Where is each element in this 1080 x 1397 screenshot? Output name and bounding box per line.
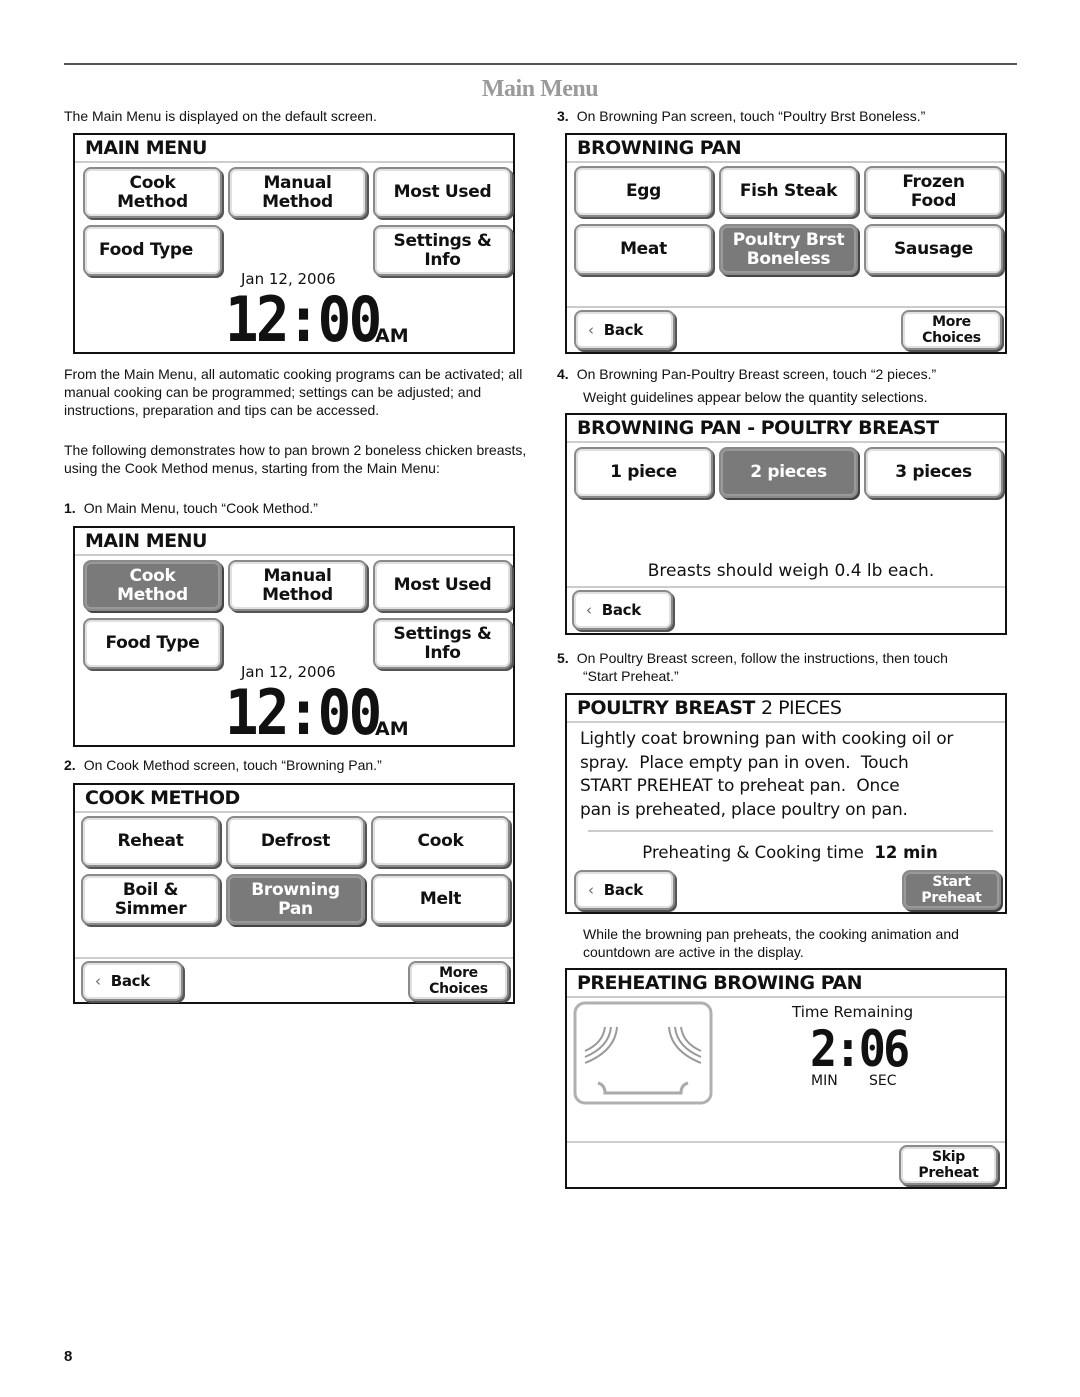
- step-3: 3. On Browning Pan screen, touch “Poultry…: [557, 108, 926, 124]
- most-used-button[interactable]: Most Used: [373, 167, 512, 218]
- sec-label: SEC: [869, 1073, 897, 1089]
- boil-simmer-button[interactable]: Boil & Simmer: [81, 874, 220, 925]
- more-choices-button[interactable]: More Choices: [408, 961, 509, 1001]
- page-title: Main Menu: [481, 76, 599, 102]
- demo-paragraph: The following demonstrates how to pan br…: [64, 442, 527, 476]
- instructions-text: Lightly coat browning pan with cooking o…: [580, 729, 954, 820]
- screen-title: COOK METHOD: [75, 785, 513, 813]
- page-number: 8: [64, 1348, 73, 1365]
- browning-pan-screen: BROWNING PAN Egg Fish Steak Frozen Food M…: [565, 133, 1007, 354]
- settings-info-button[interactable]: Settings & Info: [373, 225, 512, 276]
- cook-method-screen: COOK METHOD Reheat Defrost Cook Boil & Si…: [73, 783, 515, 1004]
- ampm-label: AM: [375, 325, 409, 347]
- back-button[interactable]: ‹ Back: [574, 870, 675, 910]
- divider: [588, 830, 993, 832]
- poultry-brst-boneless-button-selected[interactable]: Poultry Brst Boneless: [719, 224, 858, 275]
- countdown-display: 2:06: [810, 1020, 910, 1078]
- step-1: 1. On Main Menu, touch “Cook Method.”: [64, 500, 318, 516]
- back-button[interactable]: ‹ Back: [572, 590, 673, 630]
- chevron-left-icon: ‹: [588, 320, 594, 339]
- ampm-label: AM: [375, 718, 409, 740]
- defrost-button[interactable]: Defrost: [226, 816, 365, 867]
- step-2: 2. On Cook Method screen, touch “Browning…: [64, 757, 382, 773]
- main-menu-screen-2: MAIN MENU Cook Method Manual Method Most U…: [73, 526, 515, 747]
- time-remaining-label: Time Remaining: [792, 1003, 914, 1021]
- step-4: 4. On Browning Pan-Poultry Breast screen,…: [557, 366, 937, 382]
- weight-guideline: Breasts should weigh 0.4 lb each.: [647, 561, 935, 581]
- step-5: 5. On Poultry Breast screen, follow the i…: [557, 650, 948, 666]
- screen-title: MAIN MENU: [75, 135, 513, 163]
- cook-method-button-selected[interactable]: Cook Method: [83, 560, 222, 611]
- most-used-button[interactable]: Most Used: [373, 560, 512, 611]
- frozen-food-button[interactable]: Frozen Food: [864, 166, 1003, 217]
- cook-method-button[interactable]: Cook Method: [83, 167, 222, 218]
- two-pieces-button-selected[interactable]: 2 pieces: [719, 447, 858, 498]
- preheat-note: While the browning pan preheats, the coo…: [583, 926, 959, 960]
- footer-divider: [567, 1141, 1005, 1143]
- footer-divider: [567, 306, 1005, 308]
- header-rule: [64, 63, 1017, 65]
- screen-title: BROWNING PAN - POULTRY BREAST: [567, 415, 1005, 443]
- footer-divider: [75, 957, 513, 959]
- manual-method-button[interactable]: Manual Method: [228, 560, 367, 611]
- food-type-button[interactable]: Food Type: [83, 618, 222, 669]
- melt-button[interactable]: Melt: [371, 874, 510, 925]
- skip-preheat-button[interactable]: Skip Preheat: [899, 1145, 998, 1185]
- clock-display: 12:00: [225, 676, 382, 749]
- intro-text: The Main Menu is displayed on the defaul…: [64, 108, 377, 124]
- more-choices-button[interactable]: More Choices: [901, 310, 1002, 350]
- description-paragraph: From the Main Menu, all automatic cookin…: [64, 366, 523, 418]
- one-piece-button[interactable]: 1 piece: [574, 447, 713, 498]
- cook-button[interactable]: Cook: [371, 816, 510, 867]
- footer-divider: [567, 586, 1005, 588]
- reheat-button[interactable]: Reheat: [81, 816, 220, 867]
- screen-title: MAIN MENU: [75, 528, 513, 556]
- chevron-left-icon: ‹: [586, 600, 592, 619]
- screen-title: BROWNING PAN: [567, 135, 1005, 163]
- step-4-detail: Weight guidelines appear below the quant…: [583, 389, 928, 405]
- main-menu-screen-1: MAIN MENU Cook Method Manual Method Most U…: [73, 133, 515, 354]
- fish-steak-button[interactable]: Fish Steak: [719, 166, 858, 217]
- chevron-left-icon: ‹: [588, 880, 594, 899]
- back-button[interactable]: ‹ Back: [574, 310, 675, 350]
- oven-animation-icon: [573, 1001, 713, 1105]
- poultry-2pieces-screen: POULTRY BREAST 2 PIECES Lightly coat bro…: [565, 693, 1007, 914]
- screen-title: PREHEATING BROWING PAN: [567, 970, 1005, 998]
- chevron-left-icon: ‹: [95, 971, 101, 990]
- cooking-time: Preheating & Cooking time 12 min: [642, 843, 938, 862]
- food-type-button[interactable]: Food Type: [83, 225, 222, 276]
- min-label: MIN: [811, 1073, 838, 1089]
- egg-button[interactable]: Egg: [574, 166, 713, 217]
- step-5-detail: “Start Preheat.”: [583, 668, 679, 684]
- settings-info-button[interactable]: Settings & Info: [373, 618, 512, 669]
- screen-title: POULTRY BREAST 2 PIECES: [567, 695, 1005, 723]
- back-button[interactable]: ‹ Back: [81, 961, 183, 1001]
- browning-pan-button-selected[interactable]: Browning Pan: [226, 874, 365, 925]
- sausage-button[interactable]: Sausage: [864, 224, 1003, 275]
- meat-button[interactable]: Meat: [574, 224, 713, 275]
- manual-method-button[interactable]: Manual Method: [228, 167, 367, 218]
- start-preheat-button[interactable]: Start Preheat: [902, 870, 1001, 910]
- preheating-screen: PREHEATING BROWING PAN Time Remaining 2:…: [565, 968, 1007, 1189]
- poultry-breast-screen: BROWNING PAN - POULTRY BREAST 1 piece 2 …: [565, 413, 1007, 635]
- three-pieces-button[interactable]: 3 pieces: [864, 447, 1003, 498]
- clock-display: 12:00: [225, 283, 382, 356]
